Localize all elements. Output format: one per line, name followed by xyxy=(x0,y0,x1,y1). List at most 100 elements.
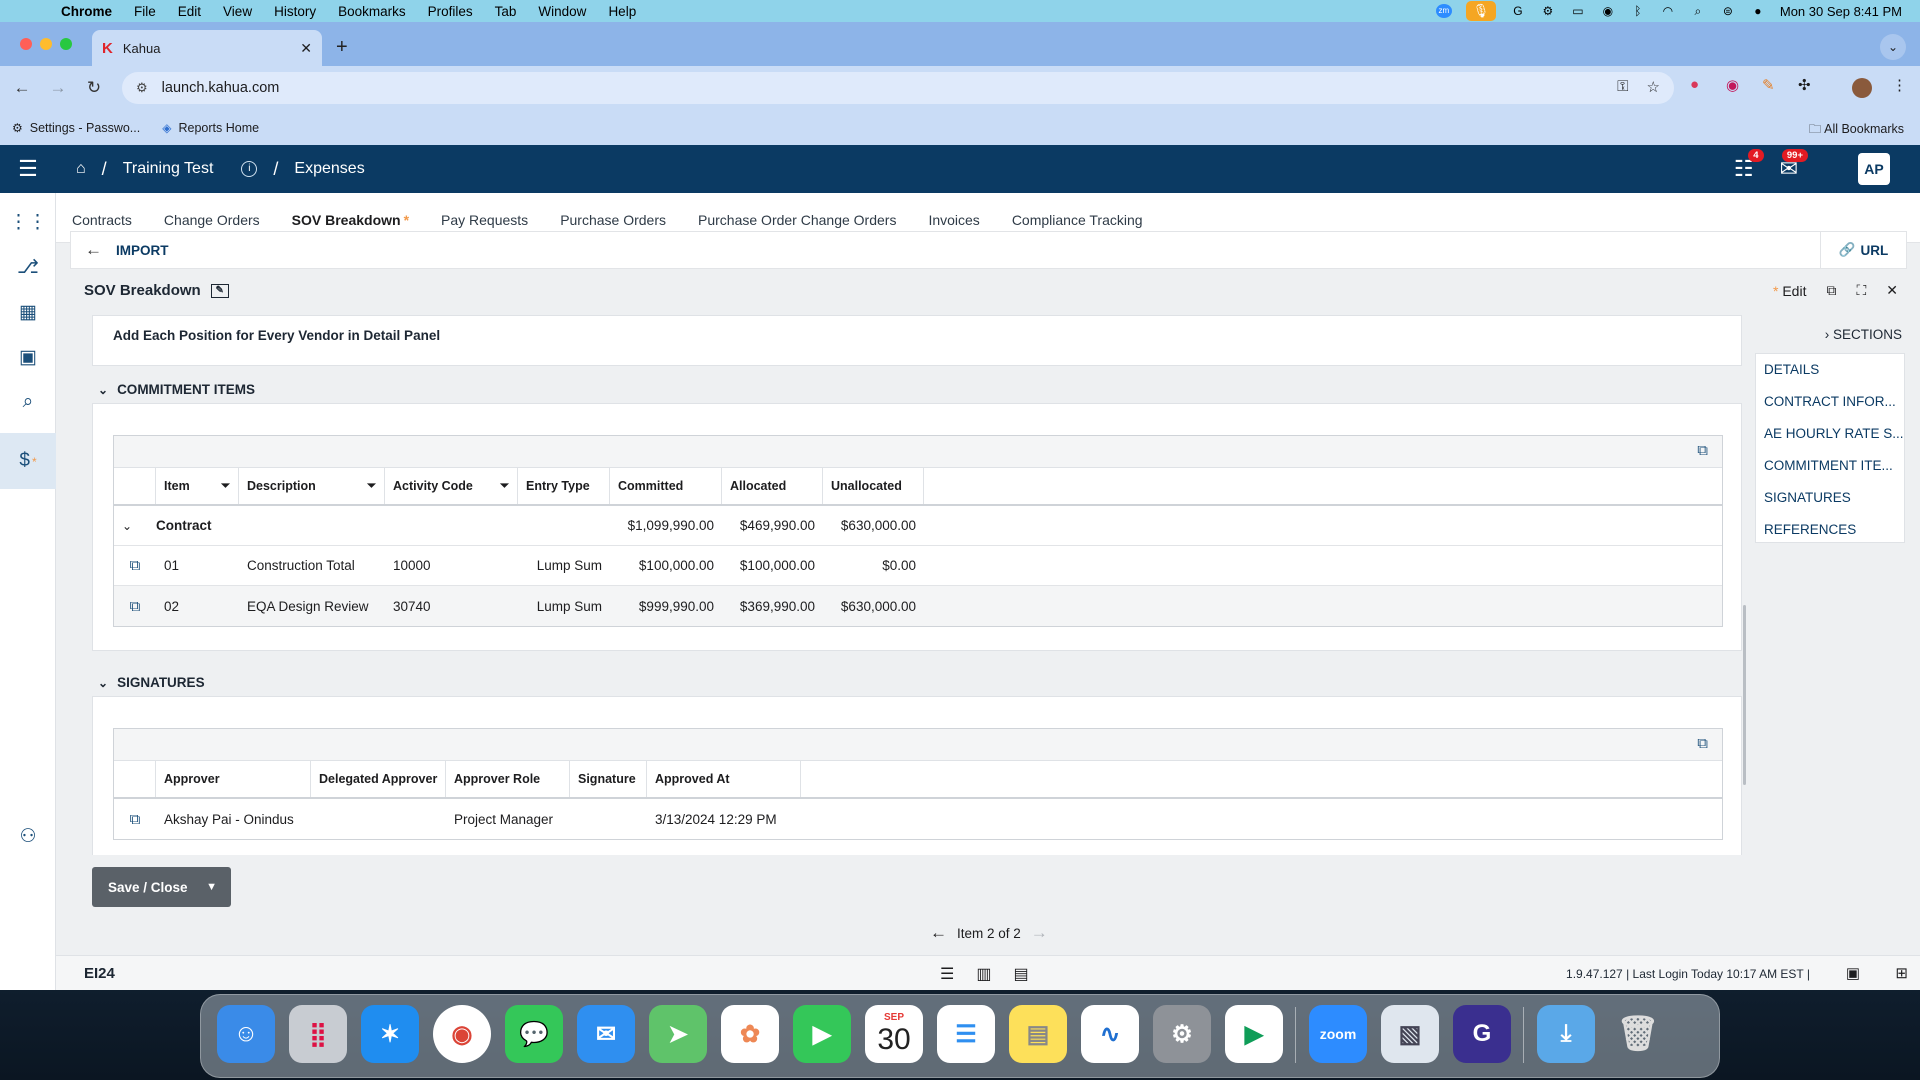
all-bookmarks[interactable]: 🗀 All Bookmarks xyxy=(1809,120,1904,141)
url-button[interactable]: 🔗 URL xyxy=(1820,232,1906,268)
search-icon[interactable]: ⌕ xyxy=(0,391,56,421)
hamburger-menu-icon[interactable]: ☰ xyxy=(0,145,56,193)
reminders-icon[interactable]: ☰ xyxy=(937,1005,995,1063)
maps-icon[interactable]: ➤ xyxy=(649,1005,707,1063)
apps-grid-icon[interactable]: ⋮⋮ xyxy=(0,211,56,241)
menu-history[interactable]: History xyxy=(263,4,327,19)
site-info-icon[interactable]: ⚙ xyxy=(136,80,148,96)
siri-icon[interactable]: ● xyxy=(1750,4,1766,18)
table-row[interactable]: ⧉ 02 EQA Design Review 30740 Lump Sum $9… xyxy=(114,586,1722,626)
col-description[interactable]: Description ⏷ xyxy=(239,468,385,504)
col-approver[interactable]: Approver xyxy=(156,761,311,797)
windows-icon[interactable]: ⊞ xyxy=(1895,964,1908,982)
group-row-contract[interactable]: ⌄ Contract $1,099,990.00 $469,990.00 $63… xyxy=(114,506,1722,546)
previous-item-icon[interactable]: ← xyxy=(930,923,947,943)
breadcrumb-module[interactable]: Expenses xyxy=(294,160,364,178)
signatures-header[interactable]: ⌄ SIGNATURES xyxy=(98,675,205,690)
col-approver-role[interactable]: Approver Role xyxy=(446,761,570,797)
zoom-status-icon[interactable]: zm xyxy=(1435,4,1452,18)
list-view-icon[interactable]: ☰ xyxy=(940,964,954,984)
menu-file[interactable]: File xyxy=(123,4,167,19)
section-link-ae-hourly-rate[interactable]: AE HOURLY RATE S... xyxy=(1756,418,1904,450)
address-bar[interactable]: ⚙ launch.kahua.com ⚿ ☆ xyxy=(122,72,1674,104)
table-row[interactable]: ⧉ Akshay Pai - Onindus Project Manager 3… xyxy=(114,799,1722,839)
filter-icon[interactable]: ⏷ xyxy=(367,480,376,493)
bookmark-reports-home[interactable]: ◈ Reports Home xyxy=(162,121,259,135)
preview-icon[interactable]: ▧ xyxy=(1381,1005,1439,1063)
grammarly-status-icon[interactable]: G xyxy=(1510,4,1526,18)
col-signature[interactable]: Signature xyxy=(570,761,647,797)
menu-tab[interactable]: Tab xyxy=(484,4,528,19)
content-scrollbar[interactable] xyxy=(1743,605,1746,785)
microphone-icon[interactable]: 🎙 xyxy=(1465,1,1496,21)
chrome-icon[interactable]: ◉ xyxy=(433,1005,491,1063)
close-tab-icon[interactable]: ✕ xyxy=(300,40,312,57)
google-meet-icon[interactable]: ▶ xyxy=(1225,1005,1283,1063)
back-arrow-icon[interactable]: ← xyxy=(85,240,102,260)
extension-colorpick-icon[interactable]: ● xyxy=(1690,76,1699,93)
col-unallocated[interactable]: Unallocated xyxy=(823,468,924,504)
messages-icon[interactable]: ✉ 99+ xyxy=(1780,149,1808,182)
extensions-puzzle-icon[interactable]: ✣ xyxy=(1798,76,1811,94)
table-row[interactable]: ⧉ 01 Construction Total 10000 Lump Sum $… xyxy=(114,546,1722,586)
trash-icon[interactable]: 🗑 xyxy=(1609,1005,1667,1063)
sections-toggle[interactable]: › SECTIONS xyxy=(1825,327,1902,342)
add-people-icon[interactable]: ⚇ xyxy=(0,825,56,855)
section-link-signatures[interactable]: SIGNATURES xyxy=(1756,482,1904,514)
open-item-icon[interactable]: ⧉ xyxy=(130,557,141,574)
edit-button[interactable]: * Edit xyxy=(1773,283,1806,299)
screen-icon[interactable]: ▭ xyxy=(1570,4,1586,18)
extension-status-icon[interactable]: ⚙ xyxy=(1540,4,1556,18)
new-tab-icon[interactable]: + xyxy=(336,36,348,59)
save-close-button[interactable]: Save / Close ▼ xyxy=(92,867,231,907)
section-link-commitment-items[interactable]: COMMITMENT ITE... xyxy=(1756,450,1904,482)
spotlight-search-icon[interactable]: ⌕ xyxy=(1690,4,1706,18)
menu-window[interactable]: Window xyxy=(527,4,597,19)
home-icon[interactable]: ⌂ xyxy=(76,160,86,178)
back-icon[interactable]: ← xyxy=(4,78,40,98)
downloads-folder-icon[interactable]: ⤓ xyxy=(1537,1005,1595,1063)
dropdown-caret-icon[interactable]: ▼ xyxy=(206,881,217,893)
popout-icon[interactable]: ⧉ xyxy=(1697,735,1708,752)
safari-icon[interactable]: ✶ xyxy=(361,1005,419,1063)
finder-icon[interactable]: ☺ xyxy=(217,1005,275,1063)
mail-icon[interactable]: ✉ xyxy=(577,1005,635,1063)
launchpad-icon[interactable]: ⣿ xyxy=(289,1005,347,1063)
forward-icon[interactable]: → xyxy=(40,78,76,98)
expand-icon[interactable]: ⛶ xyxy=(1856,282,1866,299)
chevron-down-icon[interactable]: ⌄ xyxy=(114,506,156,545)
col-activity-code[interactable]: Activity Code ⏷ xyxy=(385,468,518,504)
bookmark-settings[interactable]: ⚙ Settings - Passwo... xyxy=(12,121,140,135)
menu-app-name[interactable]: Chrome xyxy=(50,4,123,19)
airdrop-icon[interactable]: ◉ xyxy=(1600,4,1616,18)
import-link[interactable]: IMPORT xyxy=(116,243,169,258)
open-item-icon[interactable]: ⧉ xyxy=(130,598,141,615)
col-approved-at[interactable]: Approved At xyxy=(647,761,801,797)
zoom-app-icon[interactable]: zoom xyxy=(1309,1005,1367,1063)
copy-icon[interactable]: ⧉ xyxy=(1826,282,1836,299)
breadcrumb-project[interactable]: Training Test xyxy=(123,160,214,178)
section-link-references[interactable]: REFERENCES xyxy=(1756,514,1904,546)
extension-pen-icon[interactable]: ✎ xyxy=(1762,76,1775,94)
col-allocated[interactable]: Allocated xyxy=(722,468,823,504)
popout-icon[interactable]: ⧉ xyxy=(1697,442,1708,459)
menubar-datetime[interactable]: Mon 30 Sep 8:41 PM xyxy=(1780,4,1902,19)
chrome-menu-icon[interactable]: ⋮ xyxy=(1892,76,1907,94)
calendar-app-icon[interactable]: SEP 30 xyxy=(865,1005,923,1063)
calendar-icon[interactable]: ▣ xyxy=(1846,964,1860,982)
bookmark-star-icon[interactable]: ☆ xyxy=(1647,78,1660,96)
dashboard-icon[interactable]: ▦ xyxy=(0,301,56,331)
menu-profiles[interactable]: Profiles xyxy=(417,4,484,19)
zoom-window-button[interactable] xyxy=(60,38,72,50)
menu-help[interactable]: Help xyxy=(597,4,647,19)
photos-icon[interactable]: ✿ xyxy=(721,1005,779,1063)
tab-search-icon[interactable]: ⌄ xyxy=(1880,34,1906,60)
split-view-icon[interactable]: ▥ xyxy=(976,964,991,984)
filter-icon[interactable]: ⏷ xyxy=(500,480,509,493)
filter-icon[interactable]: ⏷ xyxy=(221,480,230,493)
detail-view-icon[interactable]: ▤ xyxy=(1013,964,1028,984)
reload-icon[interactable]: ↻ xyxy=(76,78,112,98)
wifi-icon[interactable]: ◠ xyxy=(1660,4,1676,18)
info-icon[interactable]: i xyxy=(241,161,258,177)
freeform-icon[interactable]: ∿ xyxy=(1081,1005,1139,1063)
